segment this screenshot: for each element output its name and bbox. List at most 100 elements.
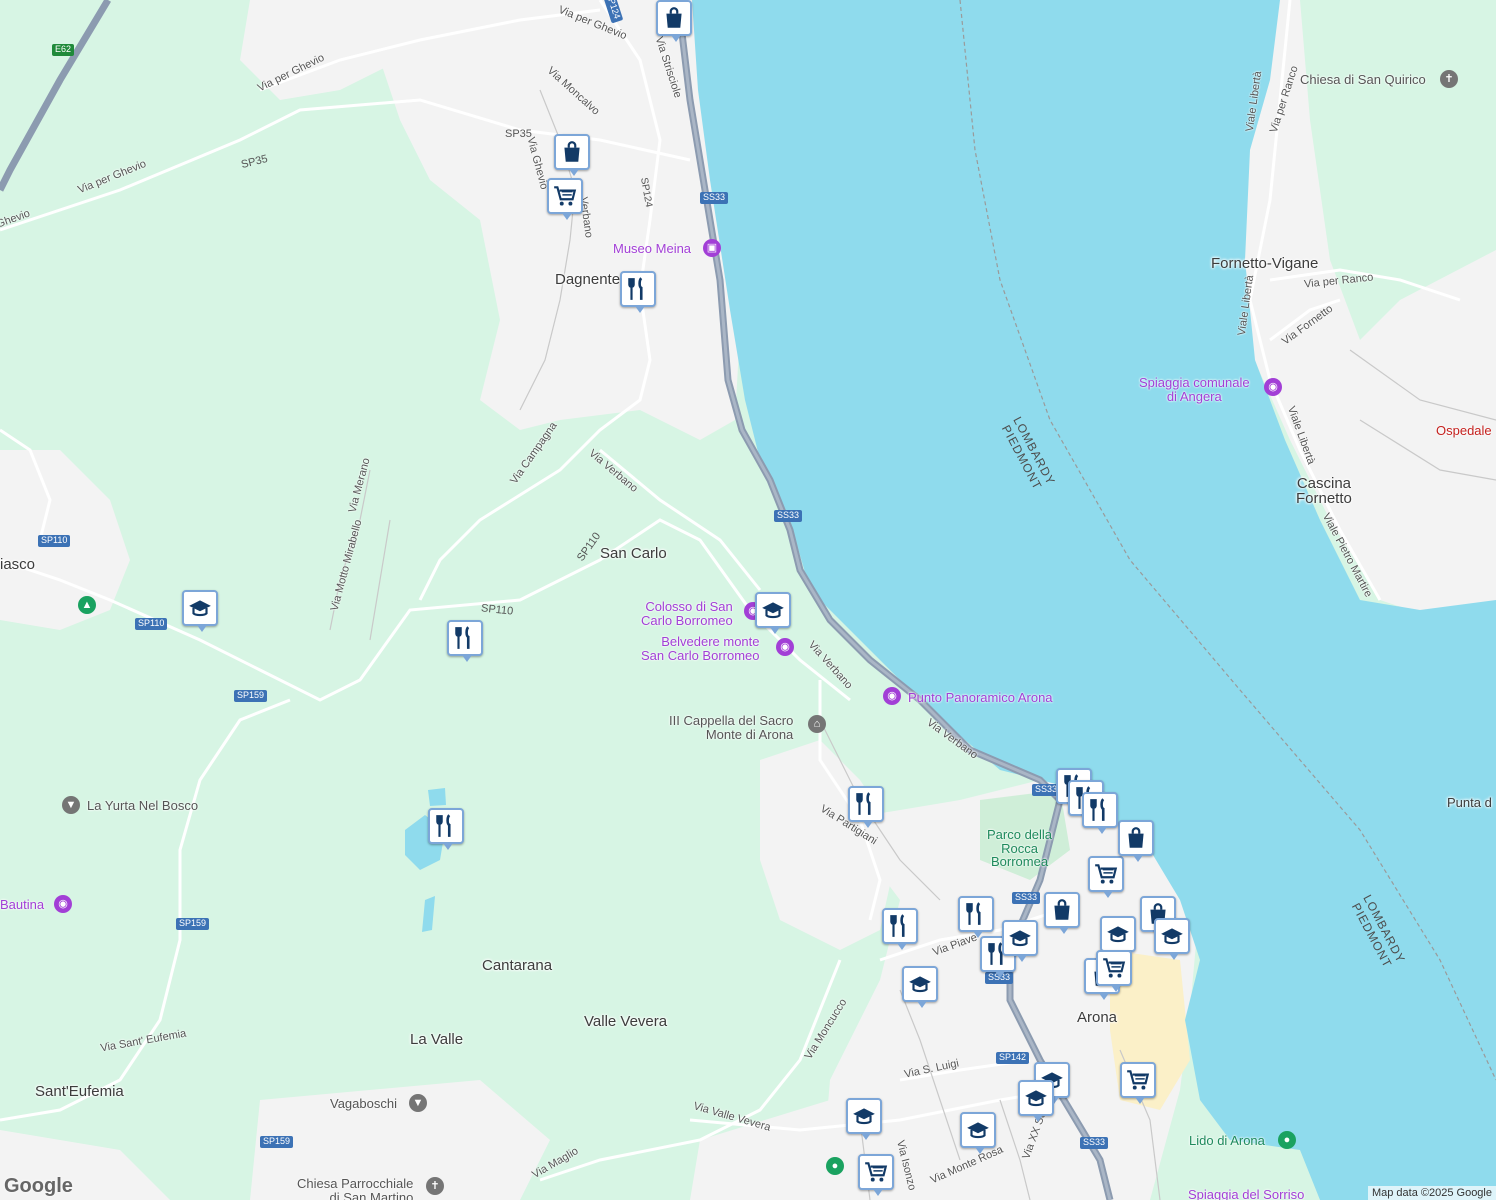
poi-belvedere-monte[interactable]: Belvedere monte San Carlo Borromeo xyxy=(641,635,760,662)
park-icon[interactable]: ● xyxy=(1278,1131,1296,1149)
map-marker-restaurant[interactable] xyxy=(620,271,656,313)
poi-museo-meina[interactable]: Museo Meina xyxy=(613,242,691,256)
place-punta: Punta d xyxy=(1447,795,1492,810)
poi-punto-panoramico-arona[interactable]: Punto Panoramico Arona xyxy=(908,691,1053,705)
map-marker-shopping-cart[interactable] xyxy=(1120,1062,1156,1104)
church-icon[interactable]: ✝ xyxy=(1440,70,1458,88)
poi-spiaggia-angera[interactable]: Spiaggia comunale di Angera xyxy=(1139,376,1250,403)
map-marker-school[interactable] xyxy=(960,1112,996,1154)
map-marker-school[interactable] xyxy=(755,592,791,634)
map-marker-shopping-cart[interactable] xyxy=(1096,950,1132,992)
school-icon[interactable]: ▼ xyxy=(409,1094,427,1112)
poi-bautina[interactable]: Bautina xyxy=(0,898,44,912)
place-arona: Arona xyxy=(1077,1009,1118,1026)
map-marker-shopping-bag[interactable] xyxy=(554,134,590,176)
map-marker-shopping-cart[interactable] xyxy=(858,1154,894,1196)
restaurant-icon xyxy=(452,625,478,651)
shopping-cart-icon xyxy=(1093,861,1119,887)
place-la-valle: La Valle xyxy=(410,1031,464,1048)
museum-icon[interactable]: ▣ xyxy=(703,239,721,257)
school-icon[interactable]: ▼ xyxy=(62,796,80,814)
poi-cappella-sacro-monte[interactable]: III Cappella del Sacro Monte di Arona xyxy=(669,714,793,741)
map-marker-school[interactable] xyxy=(1002,920,1038,962)
map-attribution[interactable]: Map data ©2025 Google xyxy=(1367,1186,1496,1200)
poi-vagaboschi[interactable]: Vagaboschi xyxy=(330,1097,397,1111)
map-canvas[interactable]: E62 SP124 SP124 SP35 SP35 SS33 SS33 SS33… xyxy=(0,0,1496,1200)
place-fornetto-vigane: Fornetto-Vigane xyxy=(1211,255,1319,272)
place-dagnente: Dagnente xyxy=(555,271,621,288)
school-icon xyxy=(760,597,786,623)
map-marker-restaurant[interactable] xyxy=(848,786,884,828)
map-marker-restaurant[interactable] xyxy=(958,896,994,938)
church-icon[interactable]: ⌂ xyxy=(808,715,826,733)
school-icon xyxy=(1007,925,1033,951)
map-marker-restaurant[interactable] xyxy=(447,620,483,662)
shopping-bag-icon xyxy=(559,139,585,165)
route-shield-ss33: SS33 xyxy=(1080,1137,1109,1149)
shopping-bag-icon xyxy=(661,5,687,31)
map-base-layer xyxy=(0,0,1496,1200)
camera-icon[interactable]: ◉ xyxy=(776,638,794,656)
map-marker-shopping-bag[interactable] xyxy=(656,0,692,42)
camera-icon[interactable]: ◉ xyxy=(54,895,72,913)
route-shield-sp142: SP142 xyxy=(996,1052,1030,1064)
restaurant-icon xyxy=(625,276,651,302)
poi-lido-di-arona[interactable]: Lido di Arona xyxy=(1189,1134,1265,1148)
place-iasco: iasco xyxy=(0,556,36,573)
map-marker-shopping-bag[interactable] xyxy=(1044,892,1080,934)
route-shield-sp110: SP110 xyxy=(135,618,168,630)
poi-colosso-san-carlo[interactable]: Colosso di San Carlo Borromeo xyxy=(641,600,733,627)
map-marker-restaurant[interactable] xyxy=(428,808,464,850)
route-shield-ss33: SS33 xyxy=(700,192,729,204)
poi-spiaggia-del-sorriso[interactable]: Spiaggia del Sorriso xyxy=(1188,1188,1304,1200)
shopping-cart-icon xyxy=(1125,1067,1151,1093)
place-cantarana: Cantarana xyxy=(482,957,553,974)
school-icon xyxy=(1105,921,1131,947)
poi-chiesa-san-quirico[interactable]: Chiesa di San Quirico xyxy=(1300,73,1426,87)
school-icon xyxy=(1159,923,1185,949)
map-marker-shopping-cart[interactable] xyxy=(1088,856,1124,898)
poi-la-yurta-nel-bosco[interactable]: La Yurta Nel Bosco xyxy=(87,799,198,813)
place-sant-eufemia: Sant'Eufemia xyxy=(35,1083,124,1100)
poi-chiesa-san-martino[interactable]: Chiesa Parrocchiale di San Martino xyxy=(297,1177,413,1200)
tree-icon[interactable]: ▲ xyxy=(78,596,96,614)
restaurant-icon xyxy=(887,913,913,939)
route-shield-ss33: SS33 xyxy=(1012,892,1041,904)
map-marker-school[interactable] xyxy=(182,590,218,632)
poi-parco-rocca-borromea[interactable]: Parco della Rocca Borromea xyxy=(987,828,1052,869)
shopping-cart-icon xyxy=(1101,955,1127,981)
school-icon xyxy=(907,971,933,997)
camera-icon[interactable]: ◉ xyxy=(1264,378,1282,396)
school-icon xyxy=(965,1117,991,1143)
place-cascina-fornetto: Cascina Fornetto xyxy=(1296,475,1352,507)
map-marker-shopping-cart[interactable] xyxy=(547,178,583,220)
restaurant-icon xyxy=(1087,797,1113,823)
camera-icon[interactable]: ◉ xyxy=(883,687,901,705)
route-shield-sp159: SP159 xyxy=(260,1136,294,1148)
map-marker-shopping-bag[interactable] xyxy=(1118,820,1154,862)
place-san-carlo: San Carlo xyxy=(600,545,667,562)
map-marker-restaurant[interactable] xyxy=(882,908,918,950)
route-shield-sp159: SP159 xyxy=(176,918,210,930)
route-shield-e62: E62 xyxy=(52,44,75,56)
map-marker-school[interactable] xyxy=(846,1098,882,1140)
map-marker-school[interactable] xyxy=(1154,918,1190,960)
map-marker-school[interactable] xyxy=(1018,1080,1054,1122)
google-logo[interactable]: Google xyxy=(4,1175,73,1198)
shopping-cart-icon xyxy=(863,1159,889,1185)
map-marker-school[interactable] xyxy=(1100,916,1136,958)
park-icon[interactable]: ● xyxy=(826,1157,844,1175)
poi-ospedale[interactable]: Ospedale xyxy=(1436,424,1492,438)
school-icon xyxy=(187,595,213,621)
route-shield-ss33: SS33 xyxy=(774,510,803,522)
restaurant-icon xyxy=(853,791,879,817)
route-shield-sp110: SP110 xyxy=(38,535,71,547)
shopping-bag-icon xyxy=(1123,825,1149,851)
map-marker-school[interactable] xyxy=(902,966,938,1008)
shopping-bag-icon xyxy=(1049,897,1075,923)
school-icon xyxy=(1023,1085,1049,1111)
school-icon xyxy=(851,1103,877,1129)
church-icon[interactable]: ✝ xyxy=(426,1177,444,1195)
shopping-cart-icon xyxy=(552,183,578,209)
map-marker-restaurant[interactable] xyxy=(1082,792,1118,834)
